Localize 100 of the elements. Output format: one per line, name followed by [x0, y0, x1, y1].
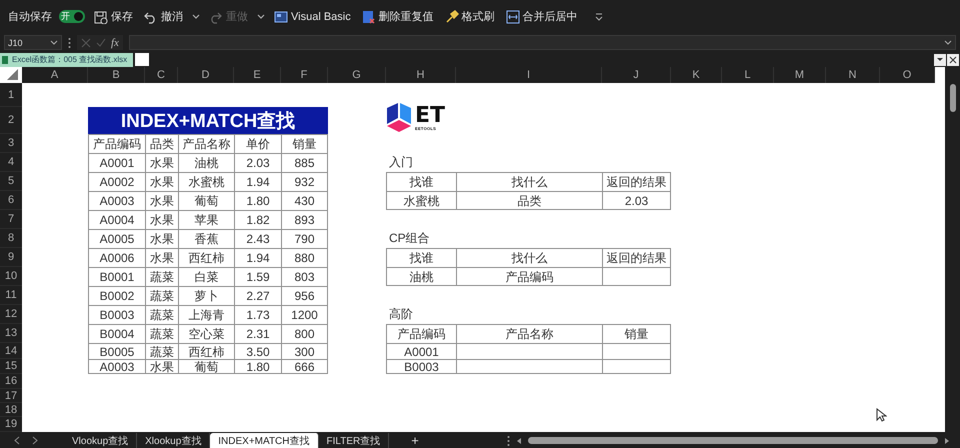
table-cell[interactable]: 水果 — [145, 153, 178, 172]
table-cell[interactable]: 产品编码 — [456, 267, 602, 286]
table-cell[interactable]: 水蜜桃 — [386, 191, 456, 210]
caret-icon[interactable] — [192, 13, 200, 20]
table-cell[interactable]: 1.94 — [234, 172, 281, 191]
column-header[interactable]: I — [456, 67, 602, 83]
column-header[interactable]: C — [145, 67, 178, 83]
table-cell[interactable]: 2.31 — [234, 324, 281, 343]
more-icon[interactable] — [68, 36, 71, 48]
painter-button[interactable]: 格式刷 — [442, 7, 497, 26]
row-header[interactable]: 4 — [0, 153, 22, 172]
chevron-left-icon[interactable] — [14, 436, 20, 445]
table-cell[interactable]: 1200 — [281, 305, 328, 324]
table-cell[interactable]: A0004 — [88, 210, 145, 229]
table-cell[interactable]: 956 — [281, 286, 328, 305]
row-header[interactable]: 17 — [0, 389, 22, 403]
table-cell[interactable]: 893 — [281, 210, 328, 229]
column-header[interactable]: F — [281, 67, 328, 83]
add-sheet-button[interactable]: + — [411, 433, 419, 448]
scroll-right-icon[interactable] — [944, 436, 950, 444]
scroll-left-icon[interactable] — [516, 436, 522, 444]
table-cell[interactable]: 找谁 — [386, 172, 456, 191]
table-cell[interactable]: B0003 — [88, 305, 145, 324]
chevron-right-icon[interactable] — [32, 436, 38, 445]
table-cell[interactable]: 葡萄 — [178, 191, 234, 210]
table-cell[interactable]: 2.03 — [234, 153, 281, 172]
table-cell[interactable]: 880 — [281, 248, 328, 267]
table-cell[interactable]: 品类 — [145, 134, 178, 153]
table-cell[interactable]: 水蜜桃 — [178, 172, 234, 191]
table-cell[interactable]: 水果 — [145, 172, 178, 191]
table-cell[interactable]: A0003 — [88, 191, 145, 210]
dropdown-button[interactable] — [934, 54, 946, 66]
row-header[interactable]: 1 — [0, 83, 22, 107]
table-cell[interactable]: 3.50 — [234, 343, 281, 359]
table-cell[interactable]: B0004 — [88, 324, 145, 343]
column-header[interactable]: J — [602, 67, 671, 83]
row-header[interactable]: 8 — [0, 229, 22, 248]
dedupe-button[interactable]: 删除重复值 — [360, 7, 436, 26]
row-header[interactable]: 15 — [0, 359, 22, 374]
table-cell[interactable]: 蔬菜 — [145, 267, 178, 286]
row-header[interactable]: 11 — [0, 286, 22, 305]
table-cell[interactable]: 水果 — [145, 248, 178, 267]
table-cell[interactable]: A0005 — [88, 229, 145, 248]
empty-cell[interactable] — [602, 359, 671, 374]
table-cell[interactable]: 蔬菜 — [145, 286, 178, 305]
table-cell[interactable]: 空心菜 — [178, 324, 234, 343]
more-icon[interactable] — [506, 434, 510, 446]
row-header[interactable]: 16 — [0, 374, 22, 389]
insert-function-button[interactable]: fx — [111, 36, 119, 48]
autosave-toggle[interactable]: 开 — [59, 10, 85, 23]
row-header[interactable]: 3 — [0, 134, 22, 153]
table-cell[interactable]: 白菜 — [178, 267, 234, 286]
table-cell[interactable]: 找什么 — [456, 248, 602, 267]
table-cell[interactable]: 水果 — [145, 359, 178, 374]
table-cell[interactable]: 返回的结果 — [602, 248, 671, 267]
table-cell[interactable]: 水果 — [145, 229, 178, 248]
table-cell[interactable]: 1.73 — [234, 305, 281, 324]
table-cell[interactable]: B0001 — [88, 267, 145, 286]
row-header[interactable]: 2 — [0, 107, 22, 134]
table-cell[interactable]: 找谁 — [386, 248, 456, 267]
check-icon[interactable] — [96, 38, 106, 48]
vba-button[interactable]: Visual Basic — [272, 8, 353, 26]
row-header[interactable]: 14 — [0, 343, 22, 359]
column-header[interactable]: G — [328, 67, 386, 83]
table-cell[interactable]: 蔬菜 — [145, 343, 178, 359]
table-cell[interactable]: A0001 — [386, 343, 456, 359]
table-cell[interactable]: B0005 — [88, 343, 145, 359]
table-cell[interactable]: 790 — [281, 229, 328, 248]
table-cell[interactable]: 2.03 — [602, 191, 671, 210]
sheet-tab[interactable]: INDEX+MATCH查找 — [210, 433, 318, 448]
table-cell[interactable]: 1.82 — [234, 210, 281, 229]
table-cell[interactable]: 蔬菜 — [145, 324, 178, 343]
table-cell[interactable]: 2.43 — [234, 229, 281, 248]
formula-input[interactable] — [128, 35, 956, 50]
table-cell[interactable]: 产品编码 — [88, 134, 145, 153]
table-cell[interactable]: 666 — [281, 359, 328, 374]
table-cell[interactable]: 品类 — [456, 191, 602, 210]
table-cell[interactable]: A0001 — [88, 153, 145, 172]
table-cell[interactable]: 西红柿 — [178, 343, 234, 359]
save-button[interactable]: 保存 — [92, 7, 135, 26]
table-cell[interactable]: 单价 — [234, 134, 281, 153]
empty-cell[interactable] — [602, 267, 671, 286]
table-cell[interactable]: 1.94 — [234, 248, 281, 267]
table-cell[interactable]: 蔬菜 — [145, 305, 178, 324]
table-cell[interactable]: 香蕉 — [178, 229, 234, 248]
table-cell[interactable]: 找什么 — [456, 172, 602, 191]
table-cell[interactable]: 苹果 — [178, 210, 234, 229]
table-cell[interactable]: 油桃 — [178, 153, 234, 172]
column-header[interactable]: O — [880, 67, 935, 83]
table-cell[interactable]: 销量 — [281, 134, 328, 153]
customize-icon[interactable] — [594, 12, 603, 20]
table-cell[interactable]: 803 — [281, 267, 328, 286]
column-header[interactable]: H — [386, 67, 456, 83]
table-cell[interactable]: 萝卜 — [178, 286, 234, 305]
workbook-tab[interactable]: Excel函数篇：005 查找函数.xlsx — [0, 52, 134, 66]
table-cell[interactable]: 1.59 — [234, 267, 281, 286]
table-cell[interactable]: 上海青 — [178, 305, 234, 324]
table-cell[interactable]: 885 — [281, 153, 328, 172]
table-cell[interactable]: 932 — [281, 172, 328, 191]
table-cell[interactable]: A0006 — [88, 248, 145, 267]
